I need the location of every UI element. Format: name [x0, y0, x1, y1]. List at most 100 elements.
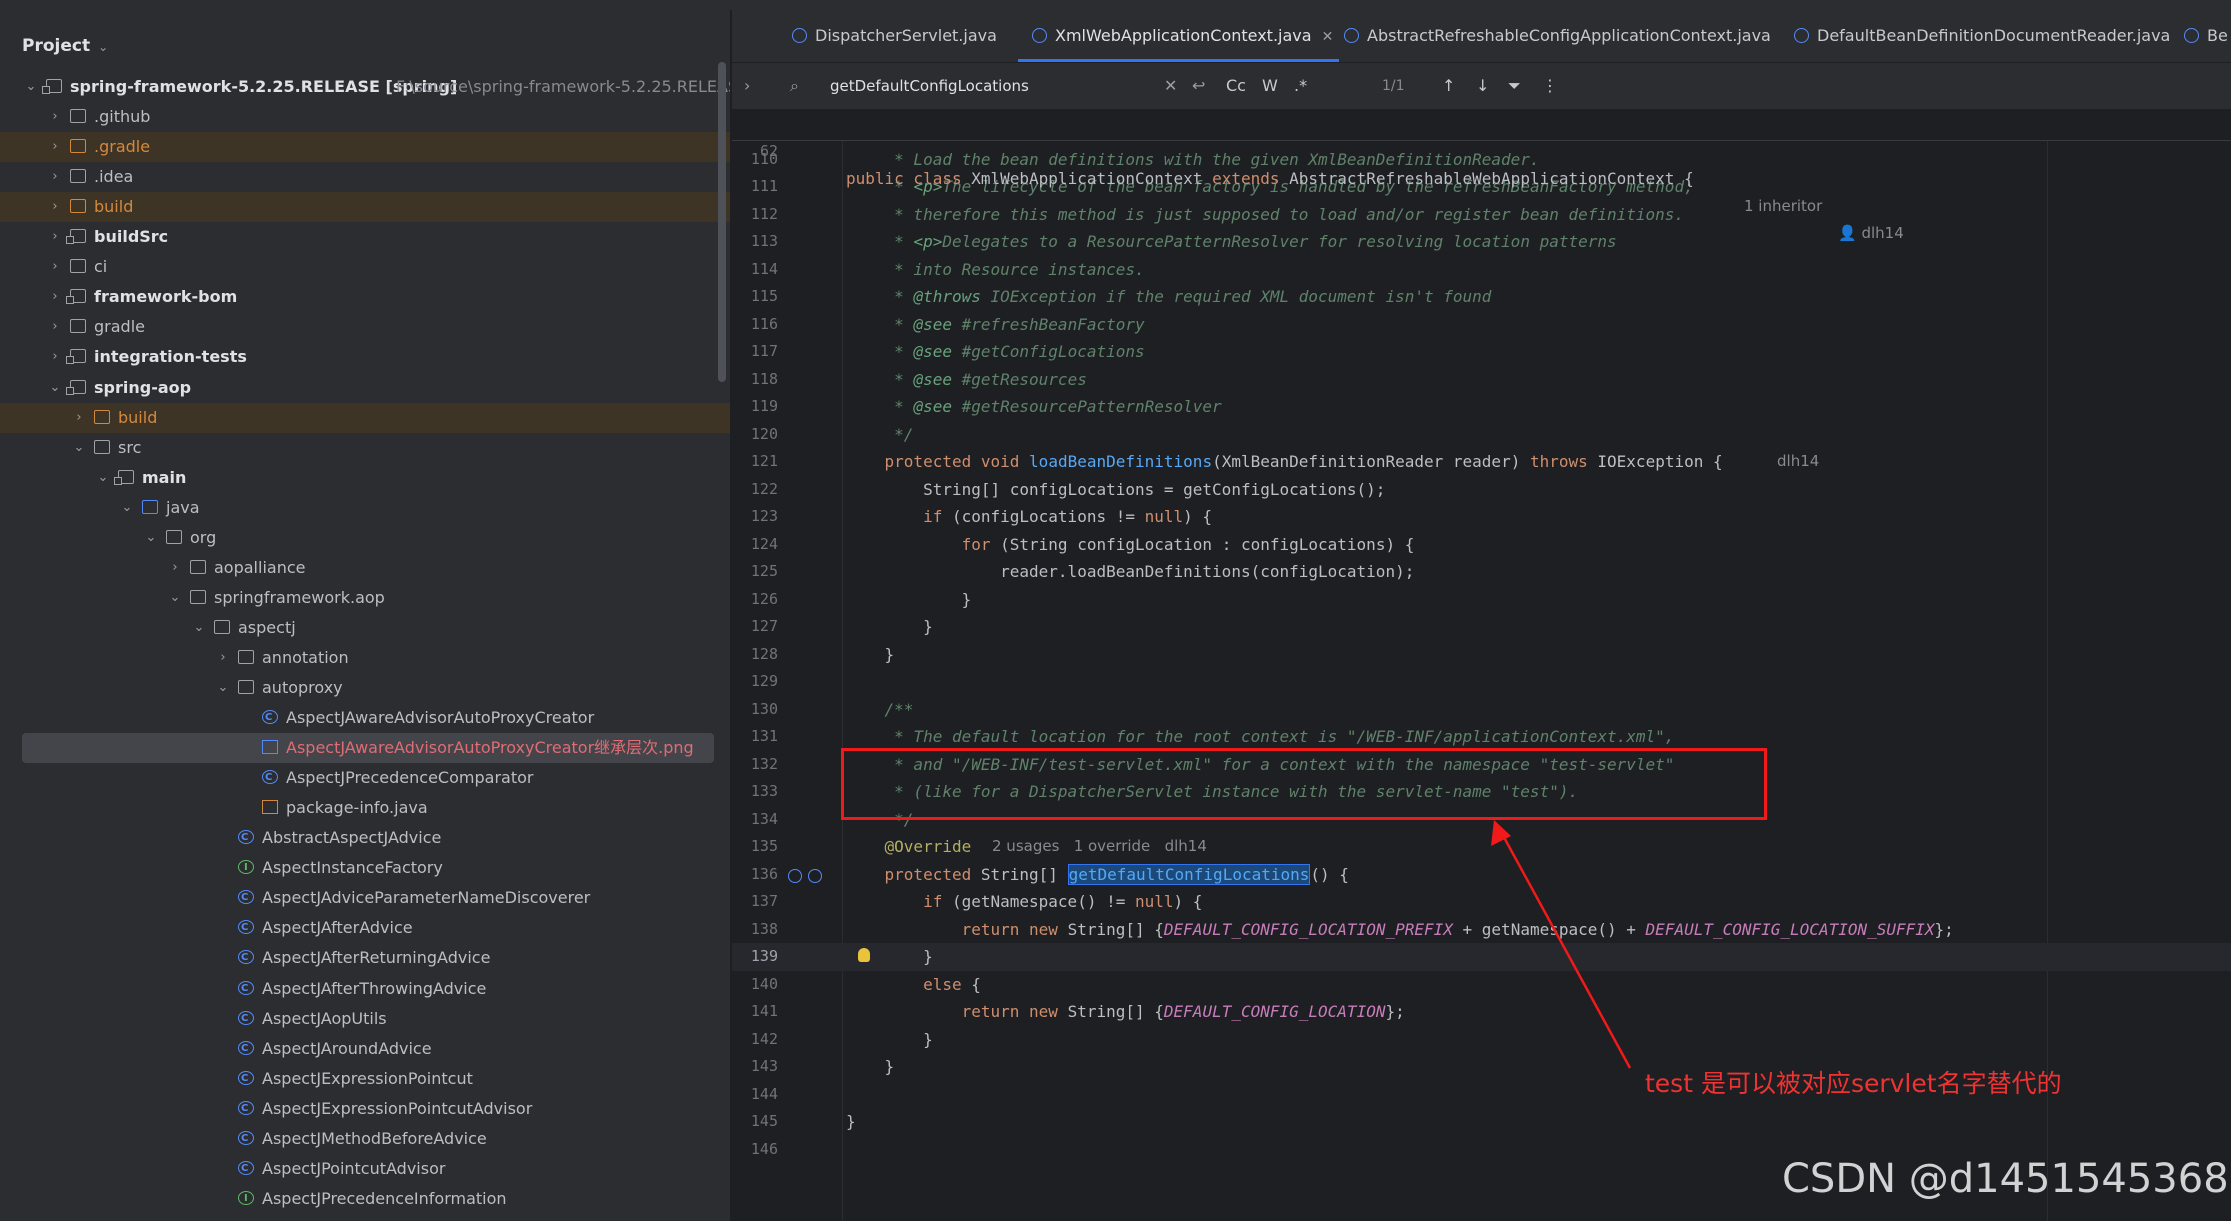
- code-line[interactable]: 113 * <p>Delegates to a ResourcePatternR…: [732, 228, 2231, 256]
- tree-item[interactable]: AspectJAopUtils: [0, 1004, 730, 1034]
- code-line[interactable]: 120 */: [732, 421, 2231, 449]
- chevron-down-icon[interactable]: ⌄: [48, 373, 62, 403]
- chevron-right-icon[interactable]: ›: [48, 132, 62, 162]
- code-line[interactable]: 126 }: [732, 586, 2231, 614]
- chevron-right-icon[interactable]: ›: [48, 102, 62, 132]
- code-line[interactable]: 135 @Override 2 usages 1 override dlh14: [732, 833, 2231, 861]
- lightbulb-icon[interactable]: [858, 948, 870, 962]
- chevron-down-icon[interactable]: ⌄: [216, 673, 230, 703]
- tree-item[interactable]: › aopalliance: [0, 553, 730, 583]
- tree-item[interactable]: AspectJExpressionPointcutAdvisor: [0, 1094, 730, 1124]
- chevron-down-icon[interactable]: ⌄: [168, 583, 182, 613]
- tree-item[interactable]: › .gradle: [0, 132, 730, 163]
- chevron-right-icon[interactable]: ›: [48, 162, 62, 192]
- tree-item[interactable]: › .github: [0, 102, 730, 132]
- inlay-hint[interactable]: 2 usages 1 override dlh14: [992, 833, 1207, 861]
- tab-abstract-refreshable-config[interactable]: AbstractRefreshableConfigApplicationCont…: [1344, 10, 1771, 62]
- code-line[interactable]: 130 /**: [732, 696, 2231, 724]
- tree-item[interactable]: AspectJAfterReturningAdvice: [0, 943, 730, 973]
- tree-item[interactable]: › gradle: [0, 312, 730, 342]
- more-options-icon[interactable]: ⋮: [1542, 63, 1558, 109]
- code-line[interactable]: 125 reader.loadBeanDefinitions(configLoc…: [732, 558, 2231, 586]
- sticky-header-line[interactable]: 62 public class XmlWebApplicationContext…: [732, 110, 2231, 242]
- chevron-right-icon[interactable]: ›: [744, 63, 750, 109]
- code-line[interactable]: 138 return new String[] {DEFAULT_CONFIG_…: [732, 916, 2231, 944]
- tree-item[interactable]: ⌄ autoproxy: [0, 673, 730, 703]
- chevron-right-icon[interactable]: ›: [48, 222, 62, 252]
- tree-item[interactable]: › ci: [0, 252, 730, 282]
- override-gutter-icon[interactable]: [788, 869, 802, 883]
- chevron-right-icon[interactable]: ›: [48, 192, 62, 222]
- code-line[interactable]: 140 else {: [732, 971, 2231, 999]
- chevron-down-icon[interactable]: ⌄: [192, 613, 206, 643]
- chevron-down-icon[interactable]: ⌄: [120, 493, 134, 523]
- chevron-down-icon[interactable]: ⌄: [72, 433, 86, 463]
- project-panel-header[interactable]: Project ⌄: [22, 26, 108, 66]
- tab-overflow[interactable]: Be: [2184, 10, 2228, 62]
- code-line[interactable]: 136 protected String[] getDefaultConfigL…: [732, 861, 2231, 889]
- implemented-gutter-icon[interactable]: [808, 869, 822, 883]
- tree-item[interactable]: AbstractAspectJAdvice: [0, 823, 730, 853]
- code-line[interactable]: 119 * @see #getResourcePatternResolver: [732, 393, 2231, 421]
- project-scrollbar[interactable]: [718, 62, 726, 382]
- tree-item[interactable]: AspectJPrecedenceComparator: [0, 763, 730, 793]
- chevron-down-icon[interactable]: ⌄: [96, 463, 110, 493]
- tree-item[interactable]: AspectInstanceFactory: [0, 853, 730, 883]
- inlay-hint[interactable]: dlh14: [1777, 448, 1819, 476]
- code-line[interactable]: 129: [732, 668, 2231, 696]
- tree-item[interactable]: ⌄ spring-framework-5.2.25.RELEASE [spring…: [0, 72, 730, 102]
- tree-item[interactable]: › .idea: [0, 162, 730, 192]
- tree-item[interactable]: AspectJAfterThrowingAdvice: [0, 974, 730, 1004]
- tree-item[interactable]: AspectJExpressionPointcut: [0, 1064, 730, 1094]
- chevron-down-icon[interactable]: ⌄: [24, 72, 38, 102]
- chevron-right-icon[interactable]: ›: [72, 403, 86, 433]
- tab-default-bean-definition-reader[interactable]: DefaultBeanDefinitionDocumentReader.java: [1794, 10, 2170, 62]
- chevron-right-icon[interactable]: ›: [168, 553, 182, 583]
- tree-item[interactable]: AspectJAroundAdvice: [0, 1034, 730, 1064]
- match-case-button[interactable]: Cc: [1226, 63, 1246, 109]
- code-line[interactable]: 117 * @see #getConfigLocations: [732, 338, 2231, 366]
- tree-item[interactable]: AspectJPrecedenceInformation: [0, 1184, 730, 1214]
- code-line[interactable]: 127 }: [732, 613, 2231, 641]
- search-input[interactable]: getDefaultConfigLocations: [830, 63, 1029, 109]
- tab-dispatcher-servlet[interactable]: DispatcherServlet.java: [792, 10, 997, 62]
- tab-xml-web-application-context[interactable]: XmlWebApplicationContext.java ✕: [1017, 10, 1340, 62]
- tree-item[interactable]: ⌄ org: [0, 523, 730, 553]
- code-line[interactable]: 122 String[] configLocations = getConfig…: [732, 476, 2231, 504]
- tree-item[interactable]: ⌄ spring-aop: [0, 373, 730, 403]
- inheritor-hint[interactable]: 1 inheritor: [1744, 193, 1822, 221]
- code-line[interactable]: 145}: [732, 1108, 2231, 1136]
- code-line[interactable]: 131 * The default location for the root …: [732, 723, 2231, 751]
- code-line[interactable]: 139 }: [732, 943, 2231, 971]
- chevron-down-icon[interactable]: ⌄: [98, 40, 108, 54]
- tree-item[interactable]: AspectJProxyUtils: [0, 1214, 730, 1221]
- chevron-down-icon[interactable]: ⌄: [144, 523, 158, 553]
- tree-item[interactable]: ⌄ src: [0, 433, 730, 463]
- tree-item[interactable]: AspectJAfterAdvice: [0, 913, 730, 943]
- code-line[interactable]: 115 * @throws IOException if the require…: [732, 283, 2231, 311]
- tree-item[interactable]: ⌄ main: [0, 463, 730, 493]
- code-line[interactable]: 121 protected void loadBeanDefinitions(X…: [732, 448, 2231, 476]
- tree-item[interactable]: › buildSrc: [0, 222, 730, 252]
- chevron-right-icon[interactable]: ›: [48, 342, 62, 372]
- code-line[interactable]: 142 }: [732, 1026, 2231, 1054]
- code-line[interactable]: 141 return new String[] {DEFAULT_CONFIG_…: [732, 998, 2231, 1026]
- tree-item[interactable]: ⌄ java: [0, 493, 730, 523]
- code-line[interactable]: 124 for (String configLocation : configL…: [732, 531, 2231, 559]
- whole-words-button[interactable]: W: [1262, 63, 1278, 109]
- tree-item[interactable]: › framework-bom: [0, 282, 730, 312]
- tree-item[interactable]: AspectJAwareAdvisorAutoProxyCreator: [0, 703, 730, 733]
- code-line[interactable]: 128 }: [732, 641, 2231, 669]
- code-line[interactable]: 112 * therefore this method is just supp…: [732, 201, 2231, 229]
- tree-item[interactable]: › annotation: [0, 643, 730, 673]
- tree-item[interactable]: AspectJAwareAdvisorAutoProxyCreator继承层次.…: [22, 733, 714, 764]
- new-line-icon[interactable]: ↩: [1192, 63, 1205, 109]
- tree-item[interactable]: AspectJPointcutAdvisor: [0, 1154, 730, 1184]
- tree-item[interactable]: › integration-tests: [0, 342, 730, 372]
- tree-item[interactable]: ⌄ springframework.aop: [0, 583, 730, 613]
- regex-button[interactable]: .*: [1294, 63, 1307, 109]
- chevron-right-icon[interactable]: ›: [48, 282, 62, 312]
- code-line[interactable]: 123 if (configLocations != null) {: [732, 503, 2231, 531]
- code-line[interactable]: 137 if (getNamespace() != null) {: [732, 888, 2231, 916]
- code-line[interactable]: 118 * @see #getResources: [732, 366, 2231, 394]
